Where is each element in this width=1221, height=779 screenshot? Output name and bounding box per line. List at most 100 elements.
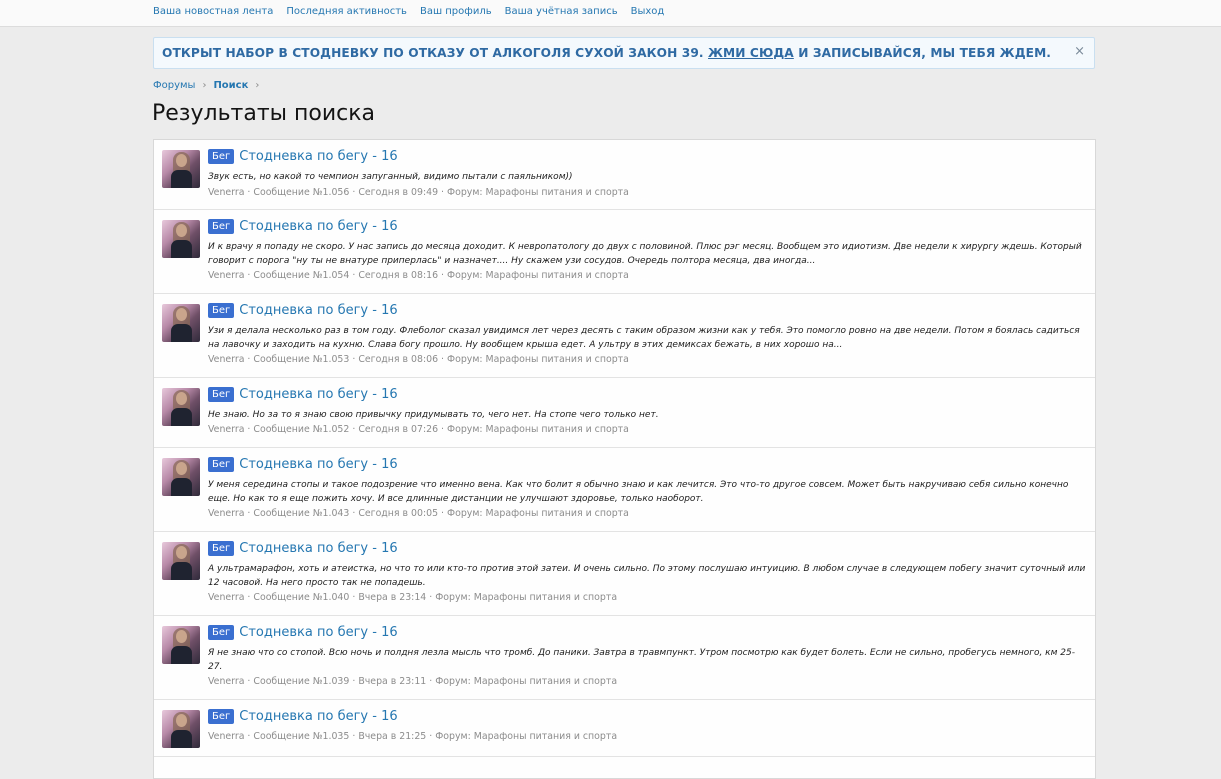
author-link[interactable]: Venerra (208, 592, 244, 603)
author-link[interactable]: Venerra (208, 424, 244, 435)
post-number: Сообщение №1.052 (253, 424, 350, 435)
result-snippet: И к врачу я попаду не скоро. У нас запис… (208, 242, 1082, 266)
forum-label: Форум: (447, 508, 483, 519)
breadcrumb-search[interactable]: Поиск (213, 80, 248, 91)
forum-link[interactable]: Марафоны питания и спорта (486, 270, 629, 281)
avatar[interactable] (162, 710, 200, 748)
result-title-link[interactable]: Стодневка по бегу - 16 (239, 709, 397, 724)
avatar[interactable] (162, 220, 200, 258)
post-time: Вчера в 23:11 (358, 676, 427, 687)
prefix-badge[interactable]: Бег (208, 457, 235, 472)
result-title-link[interactable]: Стодневка по бегу - 16 (239, 149, 397, 164)
breadcrumb: Форумы › Поиск › (153, 80, 266, 91)
nav-link-account[interactable]: Ваша учётная запись (505, 6, 618, 17)
avatar[interactable] (162, 542, 200, 580)
post-time: Вчера в 21:25 (358, 731, 427, 742)
post-number: Сообщение №1.039 (253, 676, 350, 687)
forum-label: Форум: (435, 676, 471, 687)
forum-label: Форум: (447, 354, 483, 365)
author-link[interactable]: Venerra (208, 676, 244, 687)
result-snippet: Звук есть, но какой то чемпион запуганны… (208, 172, 573, 182)
forum-label: Форум: (435, 731, 471, 742)
notice-link[interactable]: ЖМИ СЮДА (708, 46, 794, 60)
nav-link-latest-activity[interactable]: Последняя активность (286, 6, 407, 17)
result-title-link[interactable]: Стодневка по бегу - 16 (239, 625, 397, 640)
search-result-item: Бег Стодневка по бегу - 16 Не знаю. Но з… (154, 378, 1095, 448)
post-number: Сообщение №1.035 (253, 731, 350, 742)
prefix-badge[interactable]: Бег (208, 709, 235, 724)
prefix-badge[interactable]: Бег (208, 149, 235, 164)
result-title-link[interactable]: Стодневка по бегу - 16 (239, 387, 397, 402)
result-meta: Venerra · Сообщение №1.043 · Сегодня в 0… (208, 508, 629, 519)
forum-link[interactable]: Марафоны питания и спорта (486, 354, 629, 365)
prefix-badge[interactable]: Бег (208, 303, 235, 318)
avatar[interactable] (162, 150, 200, 188)
chevron-right-icon: › (202, 80, 207, 91)
forum-link[interactable]: Марафоны питания и спорта (474, 731, 617, 742)
notice-text: ОТКРЫТ НАБОР В СТОДНЕВКУ ПО ОТКАЗУ ОТ АЛ… (162, 46, 1051, 60)
result-snippet: У меня середина стопы и такое подозрение… (208, 480, 1069, 504)
result-title-link[interactable]: Стодневка по бегу - 16 (239, 303, 397, 318)
forum-link[interactable]: Марафоны питания и спорта (474, 676, 617, 687)
prefix-badge[interactable]: Бег (208, 625, 235, 640)
prefix-badge[interactable]: Бег (208, 541, 235, 556)
post-time: Вчера в 23:14 (358, 592, 427, 603)
result-meta: Venerra · Сообщение №1.052 · Сегодня в 0… (208, 424, 629, 435)
author-link[interactable]: Venerra (208, 508, 244, 519)
avatar[interactable] (162, 626, 200, 664)
search-result-item: Бег Стодневка по бегу - 16 У меня середи… (154, 448, 1095, 532)
result-meta: Venerra · Сообщение №1.054 · Сегодня в 0… (208, 270, 629, 281)
top-navigation-links: Ваша новостная лента Последняя активност… (153, 6, 664, 17)
search-result-item: Бег Стодневка по бегу - 16 И к врачу я п… (154, 210, 1095, 294)
avatar[interactable] (162, 458, 200, 496)
prefix-badge[interactable]: Бег (208, 387, 235, 402)
forum-label: Форум: (447, 187, 483, 198)
prefix-badge[interactable]: Бег (208, 219, 235, 234)
search-result-item: Бег Стодневка по бегу - 16 Звук есть, но… (154, 140, 1095, 210)
result-meta: Venerra · Сообщение №1.039 · Вчера в 23:… (208, 676, 618, 687)
avatar[interactable] (162, 304, 200, 342)
post-time: Сегодня в 08:16 (358, 270, 439, 281)
nav-link-news-feed[interactable]: Ваша новостная лента (153, 6, 273, 17)
result-title-link[interactable]: Стодневка по бегу - 16 (239, 541, 397, 556)
post-time: Сегодня в 08:06 (358, 354, 439, 365)
notice-text-after: И ЗАПИСЫВАЙСЯ, МЫ ТЕБЯ ЖДЕМ. (798, 46, 1052, 60)
search-result-item: Бег Стодневка по бегу - 16 Я не знаю что… (154, 616, 1095, 700)
author-link[interactable]: Venerra (208, 270, 244, 281)
post-number: Сообщение №1.040 (253, 592, 350, 603)
result-title-link[interactable]: Стодневка по бегу - 16 (239, 219, 397, 234)
post-time: Сегодня в 07:26 (358, 424, 439, 435)
nav-link-logout[interactable]: Выход (631, 6, 665, 17)
search-result-item: Бег Стодневка по бегу - 16 Узи я делала … (154, 294, 1095, 378)
forum-link[interactable]: Марафоны питания и спорта (486, 187, 629, 198)
search-result-item: Бег Стодневка по бегу - 16 Venerra · Соо… (154, 700, 1095, 757)
result-snippet: Узи я делала несколько раз в том году. Ф… (208, 326, 1080, 350)
post-number: Сообщение №1.056 (253, 187, 350, 198)
result-meta: Venerra · Сообщение №1.053 · Сегодня в 0… (208, 354, 629, 365)
author-link[interactable]: Venerra (208, 187, 244, 198)
announcement-notice: ОТКРЫТ НАБОР В СТОДНЕВКУ ПО ОТКАЗУ ОТ АЛ… (153, 37, 1095, 69)
forum-label: Форум: (447, 424, 483, 435)
forum-label: Форум: (447, 270, 483, 281)
chevron-right-icon: › (255, 80, 260, 91)
forum-link[interactable]: Марафоны питания и спорта (474, 592, 617, 603)
result-snippet: А ультрамарафон, хоть и атеистка, но что… (208, 564, 1086, 588)
page-title: Результаты поиска (152, 101, 376, 126)
result-title-link[interactable]: Стодневка по бегу - 16 (239, 457, 397, 472)
result-meta: Venerra · Сообщение №1.040 · Вчера в 23:… (208, 592, 618, 603)
avatar[interactable] (162, 388, 200, 426)
forum-link[interactable]: Марафоны питания и спорта (486, 508, 629, 519)
breadcrumb-forums[interactable]: Форумы (153, 80, 195, 91)
search-result-item: Бег Стодневка по бегу - 16 А ультрамараф… (154, 532, 1095, 616)
post-number: Сообщение №1.054 (253, 270, 350, 281)
post-number: Сообщение №1.043 (253, 508, 350, 519)
result-meta: Venerra · Сообщение №1.035 · Вчера в 21:… (208, 731, 618, 742)
nav-link-profile[interactable]: Ваш профиль (420, 6, 492, 17)
author-link[interactable]: Venerra (208, 354, 244, 365)
post-number: Сообщение №1.053 (253, 354, 350, 365)
close-icon[interactable]: × (1074, 44, 1085, 60)
forum-link[interactable]: Марафоны питания и спорта (486, 424, 629, 435)
author-link[interactable]: Venerra (208, 731, 244, 742)
search-results-list: Бег Стодневка по бегу - 16 Звук есть, но… (153, 139, 1096, 779)
post-time: Сегодня в 00:05 (358, 508, 439, 519)
